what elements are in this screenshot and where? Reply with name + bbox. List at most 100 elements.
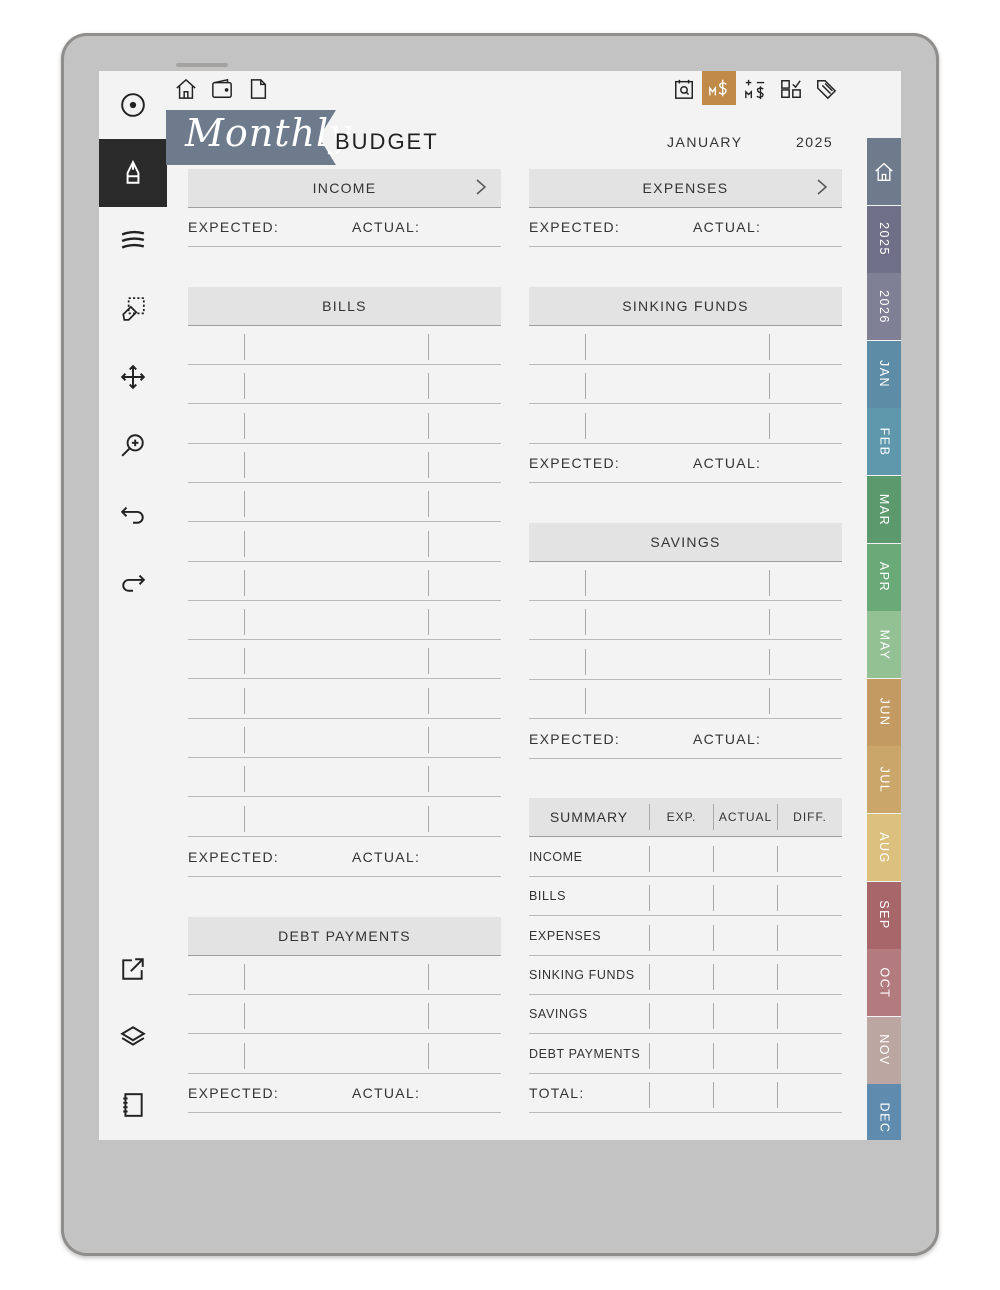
summary-row[interactable]: DEBT PAYMENTS	[529, 1035, 842, 1074]
tab-label: JAN	[877, 360, 891, 389]
bills-row[interactable]	[188, 405, 501, 444]
tab-feb[interactable]: FEB	[867, 408, 901, 476]
cell-divider	[769, 609, 770, 636]
debt-row[interactable]	[188, 956, 501, 995]
cell-divider	[244, 766, 245, 793]
tab-label: APR	[876, 561, 891, 593]
document-icon	[250, 79, 267, 99]
wallet-nav-button[interactable]	[208, 75, 236, 103]
sinking-row[interactable]	[529, 365, 842, 405]
tab-may[interactable]: MAY	[867, 611, 901, 679]
bills-row[interactable]	[188, 326, 501, 365]
bills-row[interactable]	[188, 680, 501, 719]
tab-label: MAR	[877, 493, 891, 526]
tab-jan[interactable]: JAN	[867, 340, 901, 408]
tag-icon	[817, 80, 837, 100]
tab-2025[interactable]: 2025	[867, 205, 901, 273]
cell-divider	[777, 846, 778, 872]
move-button[interactable]	[99, 343, 167, 411]
bills-row[interactable]	[188, 365, 501, 405]
tab-jun[interactable]: JUN	[867, 678, 901, 746]
summary-col-actual: ACTUAL	[713, 804, 777, 830]
summary-row[interactable]: SINKING FUNDS	[529, 956, 842, 995]
cell-divider	[428, 687, 429, 714]
move-arrows-icon	[120, 364, 146, 390]
zoom-button[interactable]	[99, 411, 167, 479]
bills-row[interactable]	[188, 758, 501, 798]
summary-row[interactable]: INCOME	[529, 838, 842, 877]
redo-button[interactable]	[99, 547, 167, 615]
cell-divider	[244, 727, 245, 753]
calculator-nav-button[interactable]	[741, 75, 769, 103]
debt-row[interactable]	[188, 995, 501, 1035]
sinking-row[interactable]	[529, 326, 842, 365]
actual-label: ACTUAL:	[352, 219, 421, 235]
budget-nav-button[interactable]	[702, 71, 736, 105]
tab-jul[interactable]: JUL	[867, 746, 901, 814]
share-button[interactable]	[99, 935, 167, 1003]
cell-divider	[428, 727, 429, 753]
cell-divider	[428, 1003, 429, 1030]
expected-label: EXPECTED:	[529, 455, 621, 471]
bills-row[interactable]	[188, 562, 501, 601]
tab-label: NOV	[877, 1034, 891, 1067]
savings-row[interactable]	[529, 562, 842, 601]
tab-2026[interactable]: 2026	[867, 273, 901, 341]
tab-label: SEP	[876, 900, 891, 930]
bills-row[interactable]	[188, 640, 501, 680]
tab-oct[interactable]: OCT	[867, 949, 901, 1017]
savings-row[interactable]	[529, 680, 842, 719]
savings-row[interactable]	[529, 641, 842, 680]
checklist-nav-button[interactable]	[777, 75, 805, 103]
cell-divider	[769, 687, 770, 714]
cell-divider	[649, 1042, 650, 1069]
cell-divider	[769, 648, 770, 675]
line-width-button[interactable]	[99, 207, 167, 275]
debt-row[interactable]	[188, 1035, 501, 1074]
tab-sep[interactable]: SEP	[867, 881, 901, 949]
cell-divider	[649, 924, 650, 951]
tab-apr[interactable]: APR	[867, 543, 901, 611]
tab-mar[interactable]: MAR	[867, 476, 901, 543]
expenses-header[interactable]: EXPENSES	[529, 169, 842, 208]
savings-row[interactable]	[529, 601, 842, 641]
page-nav-button[interactable]	[244, 75, 272, 103]
summary-row[interactable]: BILLS	[529, 877, 842, 917]
cell-divider	[585, 648, 586, 675]
summary-row[interactable]: EXPENSES	[529, 917, 842, 956]
cell-divider	[428, 964, 429, 990]
bills-row[interactable]	[188, 601, 501, 641]
tab-label: JUN	[877, 697, 891, 727]
cell-divider	[244, 1003, 245, 1030]
cell-divider	[585, 373, 586, 400]
year-label: 2025	[796, 134, 834, 150]
bills-row[interactable]	[188, 523, 501, 562]
undo-button[interactable]	[99, 479, 167, 547]
tab-dec[interactable]: DEC	[867, 1084, 901, 1140]
cell-divider	[649, 1082, 650, 1108]
income-expected-actual-row: EXPECTED: ACTUAL:	[188, 208, 501, 247]
home-nav-button[interactable]	[172, 75, 200, 103]
tab-aug[interactable]: AUG	[867, 814, 901, 881]
actual-label: ACTUAL:	[693, 219, 762, 235]
calendar-nav-button[interactable]	[670, 75, 698, 103]
sinking-row[interactable]	[529, 405, 842, 444]
summary-row-label: INCOME	[529, 850, 583, 864]
bills-row[interactable]	[188, 719, 501, 758]
cell-divider	[713, 963, 714, 990]
tab-home[interactable]	[867, 138, 901, 205]
tab-label: JUL	[876, 766, 891, 794]
bills-row[interactable]	[188, 483, 501, 523]
tag-nav-button[interactable]	[812, 75, 840, 103]
bills-row[interactable]	[188, 444, 501, 483]
eraser-button[interactable]	[99, 275, 167, 343]
cell-divider	[428, 609, 429, 636]
pen-tool-button[interactable]	[99, 139, 167, 207]
notebook-button[interactable]	[99, 1071, 167, 1139]
summary-row[interactable]: SAVINGS	[529, 995, 842, 1035]
bills-row[interactable]	[188, 798, 501, 837]
income-header[interactable]: INCOME	[188, 169, 501, 208]
menu-button[interactable]	[99, 71, 167, 139]
tab-nov[interactable]: NOV	[867, 1016, 901, 1084]
layers-button[interactable]	[99, 1003, 167, 1071]
